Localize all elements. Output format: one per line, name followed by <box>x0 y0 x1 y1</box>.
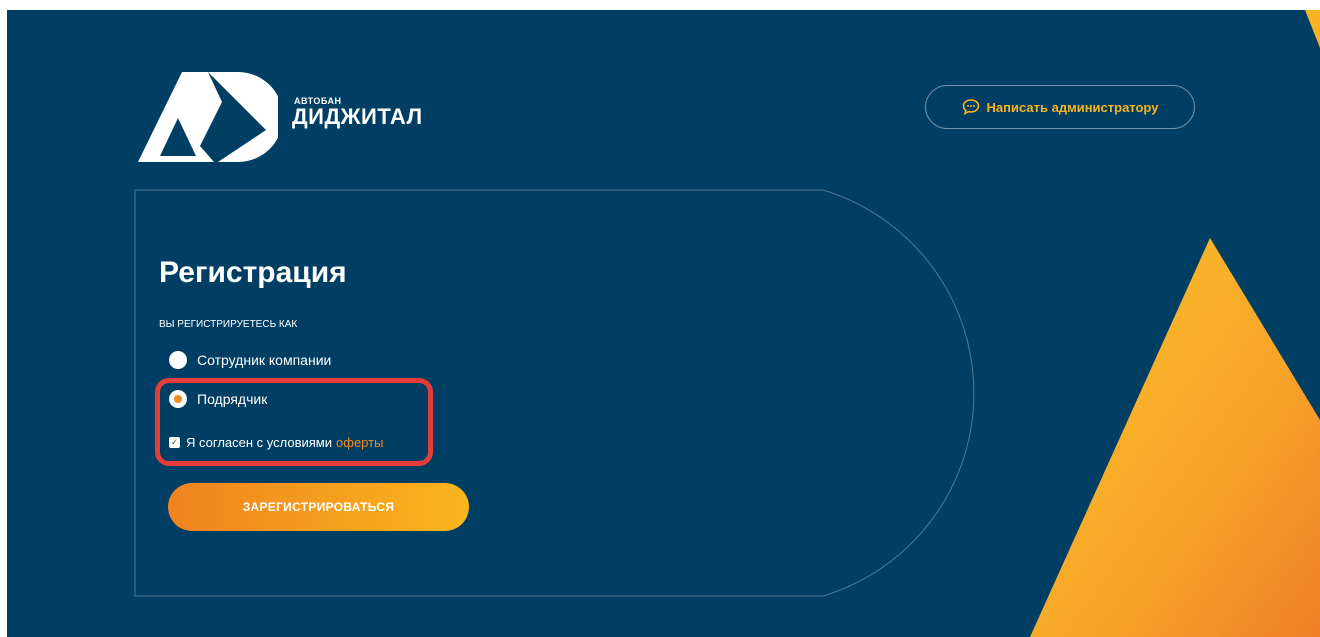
register-button[interactable]: ЗАРЕГИСТРИРОВАТЬСЯ <box>168 483 469 531</box>
radio-employee[interactable]: Сотрудник компании <box>169 351 331 369</box>
chat-icon <box>962 99 979 115</box>
page-title: Регистрация <box>159 256 347 289</box>
highlight-box <box>155 378 433 466</box>
registration-page: АВТОБАН ДИДЖИТАЛ Написать администратору… <box>7 10 1320 637</box>
orange-triangle-large <box>1030 238 1320 637</box>
write-admin-label: Написать администратору <box>986 99 1159 115</box>
radio-button-employee[interactable] <box>169 351 187 369</box>
write-admin-button[interactable]: Написать администратору <box>925 85 1195 129</box>
orange-triangle-corner <box>1305 10 1320 48</box>
role-prompt: ВЫ РЕГИСТРИРУЕТЕСЬ КАК <box>159 319 298 330</box>
logo-icon <box>138 72 278 162</box>
radio-label-employee: Сотрудник компании <box>197 352 332 368</box>
brand-name-big: ДИДЖИТАЛ <box>292 104 423 129</box>
